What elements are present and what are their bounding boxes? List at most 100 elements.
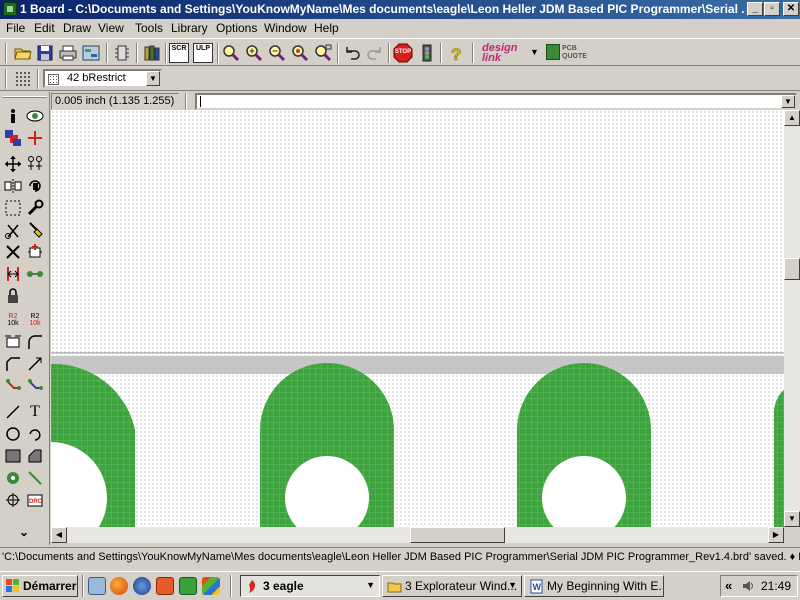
miter-icon[interactable] — [25, 332, 45, 352]
library-icon[interactable] — [142, 43, 162, 63]
drc-icon[interactable]: DRC — [25, 490, 45, 510]
clock[interactable]: 21:49 — [761, 579, 791, 593]
start-button[interactable]: Démarrer — [2, 575, 78, 597]
value-icon[interactable]: R2 10k — [25, 310, 45, 330]
display-icon[interactable] — [3, 128, 23, 148]
horizontal-scroll-thumb[interactable] — [410, 527, 505, 543]
tray-expand-icon[interactable]: « — [725, 578, 732, 593]
task-word[interactable]: W My Beginning With E... — [524, 575, 664, 597]
pad-3[interactable] — [517, 363, 651, 527]
pad-4[interactable] — [774, 390, 784, 527]
info-icon[interactable] — [3, 106, 23, 126]
zoom-in-icon[interactable] — [244, 43, 264, 63]
volume-icon[interactable] — [741, 579, 755, 593]
zoom-redraw-icon[interactable] — [290, 43, 310, 63]
quicklaunch-green-icon[interactable] — [179, 577, 197, 595]
smash-icon[interactable] — [3, 332, 23, 352]
menu-tools[interactable]: Tools — [135, 21, 163, 35]
app-icon[interactable] — [3, 2, 17, 16]
mirror-icon[interactable] — [3, 176, 23, 196]
add-icon[interactable] — [25, 242, 45, 262]
scroll-up-icon[interactable]: ▲ — [784, 110, 800, 126]
arc-icon[interactable] — [25, 424, 45, 444]
minimize-button[interactable]: _ — [747, 2, 763, 16]
print-icon[interactable] — [58, 43, 78, 63]
split-icon[interactable] — [3, 354, 23, 374]
designlink-logo[interactable]: design link — [482, 43, 528, 65]
go-icon[interactable] — [417, 43, 437, 63]
scroll-down-icon[interactable]: ▼ — [784, 511, 800, 527]
menu-window[interactable]: Window — [264, 21, 307, 35]
route-icon[interactable] — [3, 376, 23, 396]
signal-icon[interactable] — [25, 468, 45, 488]
help-icon[interactable]: ? — [446, 43, 466, 63]
mark-icon[interactable] — [25, 128, 45, 148]
quicklaunch-windows-icon[interactable] — [202, 577, 220, 595]
script-icon[interactable]: SCR — [169, 43, 189, 63]
paste-icon[interactable] — [25, 220, 45, 240]
group-icon[interactable] — [3, 198, 23, 218]
rotate-icon[interactable] — [25, 176, 45, 196]
layer-select[interactable]: 42 bRestrict ▼ — [43, 69, 162, 88]
pcbquote-label[interactable]: PCB QUOTE — [562, 45, 592, 61]
vertical-scrollbar[interactable]: ▲ ▼ — [784, 110, 800, 527]
task-eagle[interactable]: 3 eagle ▼ — [240, 575, 380, 597]
cut-icon[interactable] — [3, 220, 23, 240]
hole-icon[interactable] — [3, 490, 23, 510]
zoom-select-icon[interactable] — [313, 43, 333, 63]
designlink-dropdown-icon[interactable]: ▼ — [530, 47, 539, 57]
menu-library[interactable]: Library — [171, 21, 208, 35]
command-line-input[interactable]: ▼ — [195, 93, 797, 110]
quicklaunch-firefox-icon[interactable] — [110, 577, 128, 595]
quicklaunch-desktop-icon[interactable] — [88, 577, 106, 595]
quicklaunch-opera-icon[interactable] — [156, 577, 174, 595]
menu-edit[interactable]: Edit — [34, 21, 55, 35]
pinswap-icon[interactable] — [3, 264, 23, 284]
quicklaunch-media-icon[interactable] — [133, 577, 151, 595]
command-history-dropdown-icon[interactable]: ▼ — [781, 95, 795, 108]
show-icon[interactable] — [25, 106, 45, 126]
circle-icon[interactable] — [3, 424, 23, 444]
task-explorer[interactable]: 3 Explorateur Wind... ▼ — [382, 575, 522, 597]
zoom-out-icon[interactable] — [267, 43, 287, 63]
stop-icon[interactable]: STOP — [393, 43, 413, 63]
menu-view[interactable]: View — [98, 21, 124, 35]
text-icon[interactable]: T — [25, 402, 45, 422]
ripup-icon[interactable] — [25, 376, 45, 396]
scroll-left-icon[interactable]: ◀ — [51, 527, 67, 543]
wire-icon[interactable] — [3, 402, 23, 422]
move-icon[interactable] — [3, 154, 23, 174]
redo-icon[interactable] — [365, 43, 385, 63]
cam-icon[interactable] — [81, 43, 101, 63]
board-canvas[interactable] — [51, 110, 784, 527]
pad-2[interactable] — [260, 363, 394, 527]
more-tools-chevron-icon[interactable]: ⌄ — [14, 522, 34, 542]
save-icon[interactable] — [35, 43, 55, 63]
replace-icon[interactable] — [25, 264, 45, 284]
pcbquote-icon[interactable] — [546, 44, 560, 60]
via-icon[interactable] — [3, 468, 23, 488]
restore-button[interactable]: ▫ — [764, 2, 780, 16]
menu-help[interactable]: Help — [314, 21, 339, 35]
menu-draw[interactable]: Draw — [63, 21, 91, 35]
open-icon[interactable] — [13, 43, 33, 63]
horizontal-scrollbar[interactable]: ◀ ▶ — [51, 527, 784, 543]
delete-icon[interactable] — [3, 242, 23, 262]
chevron-down-icon[interactable]: ▼ — [146, 71, 160, 86]
close-button[interactable]: ✕ — [783, 2, 799, 16]
scroll-right-icon[interactable]: ▶ — [768, 527, 784, 543]
name-icon[interactable]: R2 10k — [3, 310, 23, 330]
menu-file[interactable]: File — [6, 21, 25, 35]
copy-icon[interactable] — [25, 154, 45, 174]
undo-icon[interactable] — [342, 43, 362, 63]
change-icon[interactable] — [25, 198, 45, 218]
menu-options[interactable]: Options — [216, 21, 257, 35]
rect-icon[interactable] — [3, 446, 23, 466]
ulp-icon[interactable]: ULP — [193, 43, 213, 63]
schematic-switch-icon[interactable] — [112, 43, 132, 63]
optimize-icon[interactable] — [25, 354, 45, 374]
zoom-fit-icon[interactable] — [221, 43, 241, 63]
polygon-icon[interactable] — [25, 446, 45, 466]
lock-icon[interactable] — [3, 286, 23, 306]
grid-icon[interactable] — [14, 70, 32, 88]
